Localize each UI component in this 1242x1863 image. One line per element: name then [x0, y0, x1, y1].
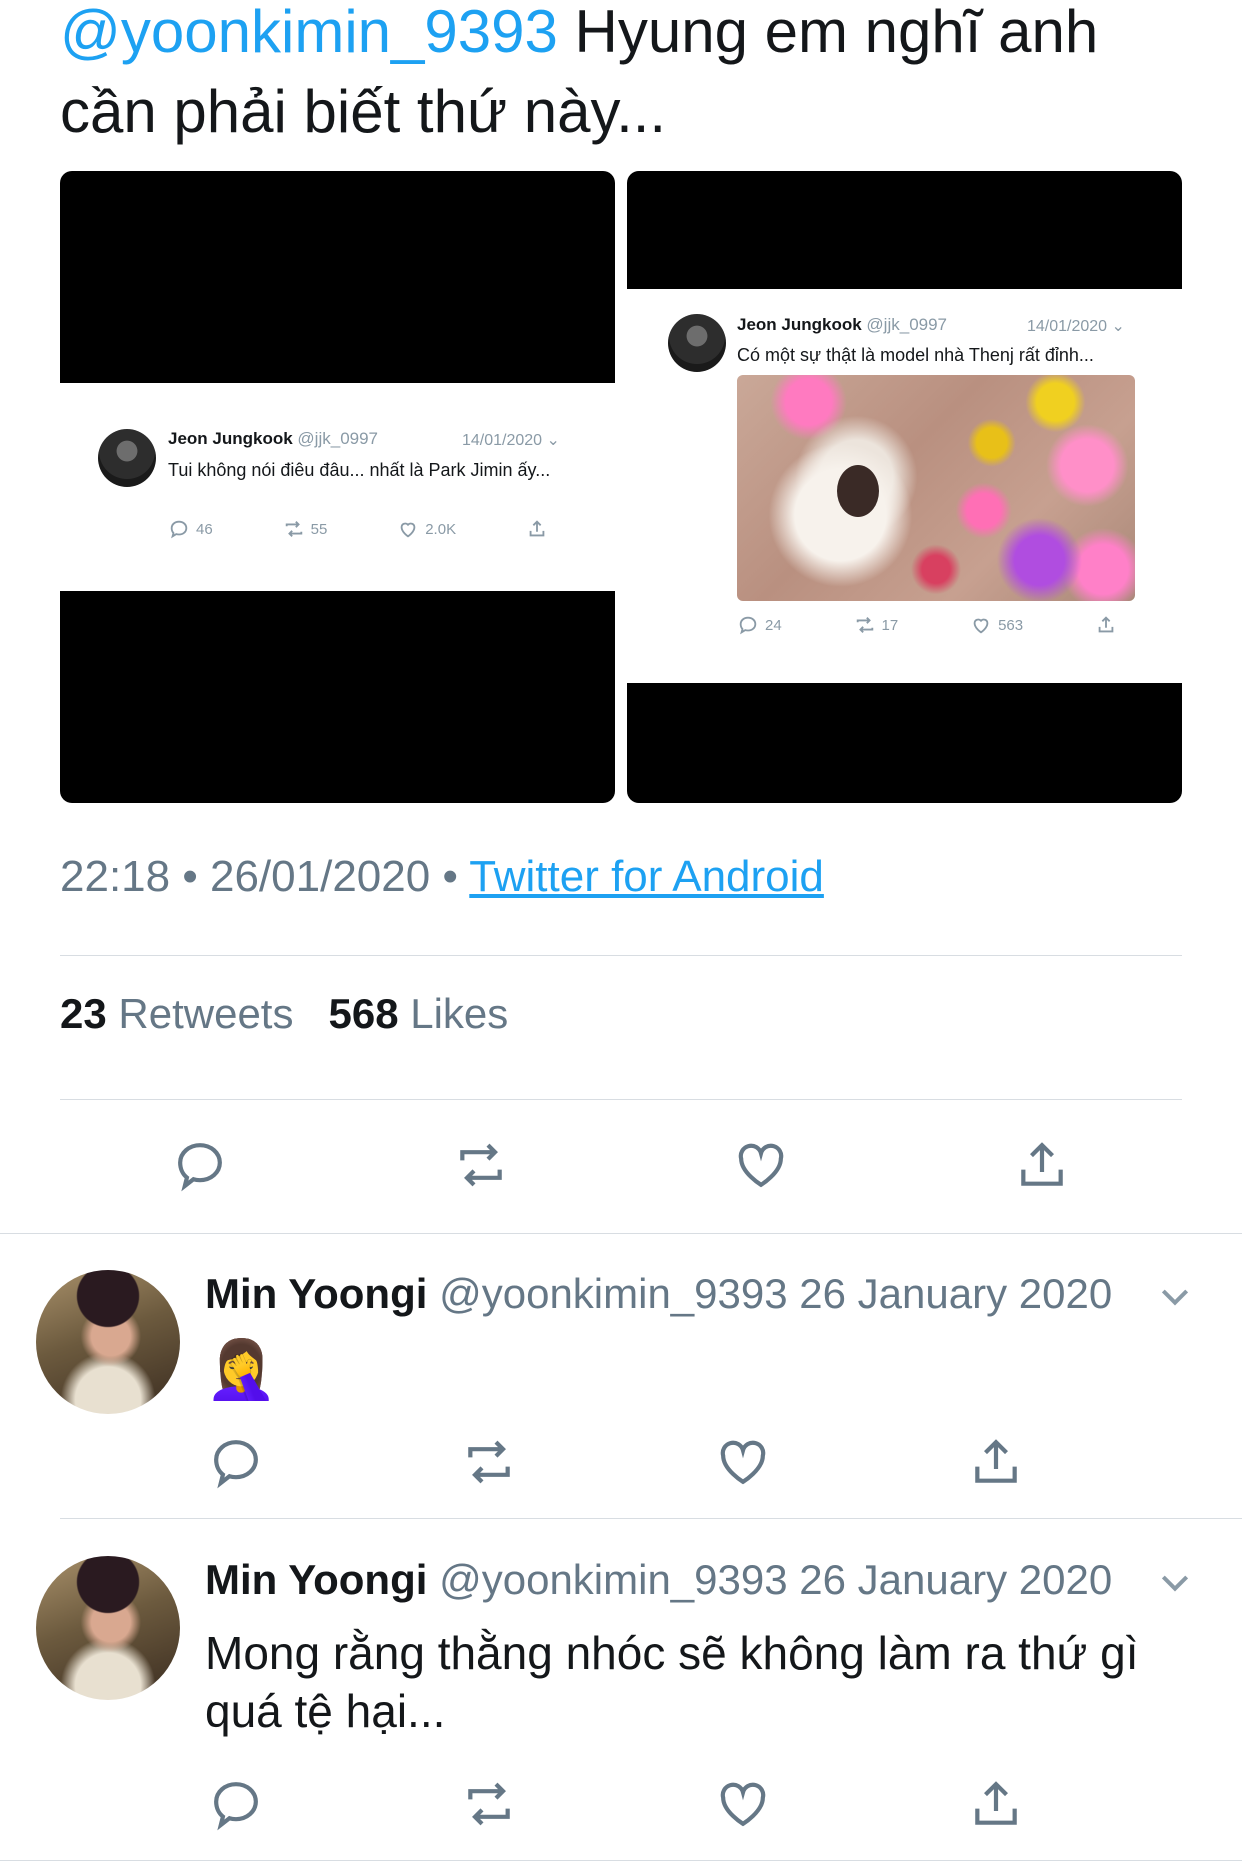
cat-meme-image — [737, 375, 1135, 601]
reply-action: 46 — [168, 518, 213, 540]
reply-header: Min Yoongi @yoonkimin_9393 26 January 20… — [205, 1270, 1112, 1318]
reply-icon — [170, 520, 188, 539]
separator: • — [182, 852, 198, 901]
avatar — [98, 429, 156, 487]
user-name: Jeon Jungkook @jjk_0997 — [168, 429, 379, 448]
retweet-icon — [856, 617, 873, 633]
tweet-date: 14/01/2020 ⌄ — [462, 432, 560, 449]
black-bar-top — [60, 171, 615, 383]
reply-text: Mong rằng thằng nhóc sẽ không làm ra thứ… — [205, 1627, 1139, 1737]
divider — [0, 1233, 1242, 1234]
user-name: Jeon Jungkook @jjk_0997 — [737, 315, 948, 334]
tweet-stats: 23 Retweets 568 Likes — [60, 990, 508, 1038]
black-bar-top — [627, 171, 1182, 289]
tweet-date: 14/01/2020 ⌄ — [1027, 318, 1125, 335]
retweet-icon[interactable] — [461, 1776, 517, 1832]
reply-action-bar — [208, 1776, 1024, 1832]
user-name[interactable]: Min Yoongi — [205, 1270, 427, 1317]
user-handle: @yoonkimin_9393 — [439, 1270, 788, 1317]
reply-icon[interactable] — [172, 1137, 228, 1193]
black-bar-bottom — [60, 591, 615, 803]
like-action: 2.0K — [397, 518, 456, 540]
avatar — [668, 314, 726, 372]
retweet-icon — [285, 521, 302, 537]
cat-mouth — [837, 465, 879, 517]
retweet-action: 55 — [283, 518, 327, 540]
facepalm-emoji: 🤦‍♀️ — [205, 1335, 278, 1403]
like-icon — [400, 522, 416, 538]
divider — [60, 1518, 1242, 1519]
divider — [0, 1860, 1242, 1861]
attached-image-right[interactable]: Jeon Jungkook @jjk_0997 14/01/2020 ⌄ Có … — [627, 171, 1182, 803]
share-action — [526, 518, 548, 540]
source-link[interactable]: Twitter for Android — [469, 852, 824, 901]
like-icon — [973, 618, 989, 634]
divider — [60, 955, 1182, 956]
likes-stat[interactable]: 568 Likes — [328, 990, 508, 1037]
share-icon[interactable] — [968, 1776, 1024, 1832]
retweets-stat[interactable]: 23 Retweets — [60, 990, 293, 1037]
tweet-time: 22:18 — [60, 852, 171, 901]
reply-action: 24 — [737, 614, 782, 636]
action-row: 46 55 2.0K — [168, 518, 548, 540]
chevron-down-icon[interactable] — [1155, 1276, 1195, 1316]
share-icon[interactable] — [968, 1434, 1024, 1490]
chevron-down-icon[interactable] — [1155, 1562, 1195, 1602]
reply-date: 26 January 2020 — [799, 1270, 1113, 1317]
tweet-action-bar — [172, 1137, 1070, 1193]
reply-icon — [739, 616, 757, 635]
attached-image-left[interactable]: Jeon Jungkook @jjk_0997 14/01/2020 ⌄ Tui… — [60, 171, 615, 803]
share-icon[interactable] — [1014, 1137, 1070, 1193]
reply-action-bar — [208, 1434, 1024, 1490]
separator: • — [442, 852, 458, 901]
avatar[interactable] — [36, 1556, 180, 1700]
retweet-icon[interactable] — [461, 1434, 517, 1490]
retweet-action: 17 — [854, 614, 898, 636]
reply-icon[interactable] — [208, 1776, 264, 1832]
black-bar-bottom — [627, 683, 1182, 803]
divider — [60, 1099, 1182, 1100]
avatar[interactable] — [36, 1270, 180, 1414]
action-row: 24 17 563 — [737, 614, 1117, 636]
tweet-date: 26/01/2020 — [209, 852, 431, 901]
mention-link[interactable]: @yoonkimin_9393 — [60, 0, 558, 65]
share-icon — [529, 520, 545, 537]
share-icon — [1098, 616, 1114, 633]
reply-header: Min Yoongi @yoonkimin_9393 26 January 20… — [205, 1556, 1112, 1604]
like-icon[interactable] — [715, 1434, 771, 1490]
user-handle: @yoonkimin_9393 — [439, 1556, 788, 1603]
reply-icon[interactable] — [208, 1434, 264, 1490]
like-action: 563 — [970, 614, 1023, 636]
reply-date: 26 January 2020 — [799, 1556, 1113, 1603]
tweet-timestamp: 22:18 • 26/01/2020 • Twitter for Android — [60, 852, 824, 902]
tweet-text: @yoonkimin_9393 Hyung em nghĩ anh cần ph… — [60, 0, 1180, 152]
tweet-text: Có một sự thật là model nhà Thenj rất đỉ… — [737, 345, 1094, 365]
share-action — [1095, 614, 1117, 636]
like-icon[interactable] — [715, 1776, 771, 1832]
tweet-text: Tui không nói điêu đâu... nhất là Park J… — [168, 460, 551, 480]
user-name[interactable]: Min Yoongi — [205, 1556, 427, 1603]
like-icon[interactable] — [733, 1137, 789, 1193]
retweet-icon[interactable] — [453, 1137, 509, 1193]
